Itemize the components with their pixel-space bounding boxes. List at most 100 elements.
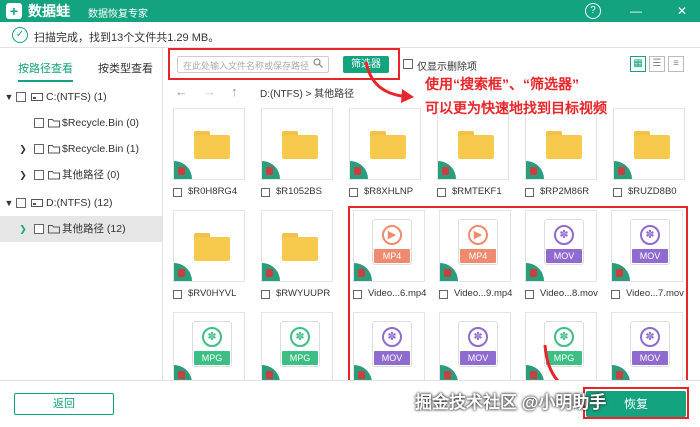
chevron-down-icon[interactable]: ▼ — [4, 190, 14, 216]
file-card[interactable] — [173, 108, 245, 180]
file-name: $RV0HYVL — [188, 288, 237, 299]
tree-item-other-path-d[interactable]: ❯ 其他路径 (12) — [0, 216, 162, 242]
drive-icon — [31, 199, 43, 207]
chevron-right-icon[interactable]: ❯ — [18, 216, 28, 242]
file-name: $R8XHLNP — [364, 186, 414, 197]
tab-by-type[interactable]: 按类型查看 — [98, 60, 153, 82]
file-checkbox[interactable] — [173, 188, 182, 197]
tree-checkbox[interactable] — [34, 170, 44, 180]
back-button[interactable]: 返回 — [14, 393, 114, 415]
folder-icon — [546, 131, 582, 159]
chevron-right-icon[interactable]: ❯ — [18, 162, 28, 188]
minimize-icon[interactable]: — — [628, 3, 644, 19]
tree-item-recycle-bin-1[interactable]: ❯ $Recycle.Bin (1) — [0, 136, 162, 162]
file-caption[interactable]: $R8XHLNP — [349, 186, 435, 200]
file-name: $RP2M86R — [540, 186, 590, 197]
status-bar: ✓ 扫描完成，找到13个文件共1.29 MB。 — [0, 22, 700, 48]
file-name: $R0H8RG4 — [188, 186, 238, 197]
folder-icon — [282, 233, 318, 261]
tree-checkbox[interactable] — [16, 92, 26, 102]
tree-checkbox[interactable] — [16, 198, 26, 208]
file-checkbox[interactable] — [261, 188, 270, 197]
file-card[interactable] — [261, 108, 333, 180]
file-caption[interactable]: $RWYUUPR — [261, 288, 347, 302]
tree-item-label: 其他路径 (12) — [62, 223, 126, 235]
folder-icon — [194, 233, 230, 261]
file-caption[interactable]: $R1052BS — [261, 186, 347, 200]
file-checkbox[interactable] — [349, 188, 358, 197]
watermark: 掘金技术社区 @小明助手 — [415, 393, 607, 412]
tree-checkbox[interactable] — [34, 118, 44, 128]
deleted-badge-icon — [174, 365, 192, 380]
deleted-badge-icon — [526, 161, 544, 179]
tree-checkbox[interactable] — [34, 224, 44, 234]
file-checkbox[interactable] — [437, 188, 446, 197]
video-card[interactable]: ✽ MPG — [173, 312, 245, 380]
chevron-right-icon[interactable]: ❯ — [18, 136, 28, 162]
tree-item-label: 其他路径 (0) — [62, 169, 120, 181]
tree-checkbox[interactable] — [34, 144, 44, 154]
tree-item-label: C:(NTFS) (1) — [46, 91, 107, 103]
close-icon[interactable]: ✕ — [674, 3, 690, 19]
deleted-badge-icon — [262, 263, 280, 281]
show-deleted-label: 仅显示删除项 — [417, 62, 477, 73]
file-name: $RWYUUPR — [276, 288, 331, 299]
list-view-icon[interactable]: ☰ — [649, 56, 665, 72]
tree-item-label: $Recycle.Bin (0) — [62, 117, 140, 129]
tree-item-d-drive[interactable]: ▼ D:(NTFS) (12) — [0, 190, 162, 216]
file-checkbox[interactable] — [613, 188, 622, 197]
file-caption[interactable]: $RV0HYVL — [173, 288, 259, 302]
app-subtitle: 数据恢复专家 — [88, 9, 148, 20]
annotation-line-2: 可以更为快速地找到目标视频 — [425, 100, 607, 116]
tree-item-label: $Recycle.Bin (1) — [62, 143, 140, 155]
deleted-badge-icon — [438, 161, 456, 179]
scan-status-text: 扫描完成，找到13个文件共1.29 MB。 — [34, 32, 220, 44]
video-card[interactable]: ✽ MPG — [261, 312, 333, 380]
folder-icon — [370, 131, 406, 159]
file-type-tag: MPG — [282, 351, 318, 365]
grid-view-icon[interactable]: ▦ — [630, 56, 646, 72]
deleted-badge-icon — [262, 161, 280, 179]
folder-icon — [194, 131, 230, 159]
file-name: $R1052BS — [276, 186, 322, 197]
tree-item-c-drive[interactable]: ▼ C:(NTFS) (1) — [0, 84, 162, 110]
film-reel-icon: ✽ — [290, 327, 310, 347]
show-deleted-checkbox[interactable] — [403, 59, 413, 69]
tree-item-recycle-bin-0[interactable]: $Recycle.Bin (0) — [0, 110, 162, 136]
app-logo-icon: + — [6, 3, 22, 19]
file-caption[interactable]: $R0H8RG4 — [173, 186, 259, 200]
up-arrow-icon[interactable]: ↑ — [231, 84, 238, 99]
deleted-badge-icon — [350, 161, 368, 179]
file-card[interactable] — [613, 108, 685, 180]
back-arrow-icon[interactable]: ← — [175, 84, 188, 99]
drive-icon — [31, 93, 43, 101]
chevron-down-icon[interactable]: ▼ — [4, 84, 14, 110]
file-card[interactable] — [437, 108, 509, 180]
highlight-search-box — [168, 48, 400, 80]
file-card[interactable] — [525, 108, 597, 180]
folder-icon — [458, 131, 494, 159]
file-checkbox[interactable] — [173, 290, 182, 299]
forward-arrow-icon[interactable]: → — [203, 84, 216, 99]
help-icon[interactable]: ? — [585, 3, 601, 19]
folder-icon — [48, 225, 60, 234]
file-checkbox[interactable] — [261, 290, 270, 299]
file-type-tag: MPG — [194, 351, 230, 365]
folder-icon — [634, 131, 670, 159]
file-card[interactable] — [261, 210, 333, 282]
file-card[interactable] — [173, 210, 245, 282]
deleted-badge-icon — [174, 263, 192, 281]
file-caption[interactable]: $RP2M86R — [525, 186, 611, 200]
tree-item-other-path-c[interactable]: ❯ 其他路径 (0) — [0, 162, 162, 188]
file-caption[interactable]: $RMTEKF1 — [437, 186, 523, 200]
title-bar: + 数据蛙 数据恢复专家 ? — ✕ — [0, 0, 700, 22]
detail-view-icon[interactable]: ≡ — [668, 56, 684, 72]
app-brand: 数据蛙 — [28, 3, 70, 19]
file-card[interactable] — [349, 108, 421, 180]
tab-by-path[interactable]: 按路径查看 — [18, 60, 73, 82]
annotation-line-1: 使用“搜索框”、“筛选器” — [425, 76, 579, 92]
folder-icon — [48, 145, 60, 154]
file-caption[interactable]: $RUZD8B0 — [613, 186, 699, 200]
breadcrumb: D:(NTFS) > 其他路径 — [260, 89, 355, 100]
file-checkbox[interactable] — [525, 188, 534, 197]
